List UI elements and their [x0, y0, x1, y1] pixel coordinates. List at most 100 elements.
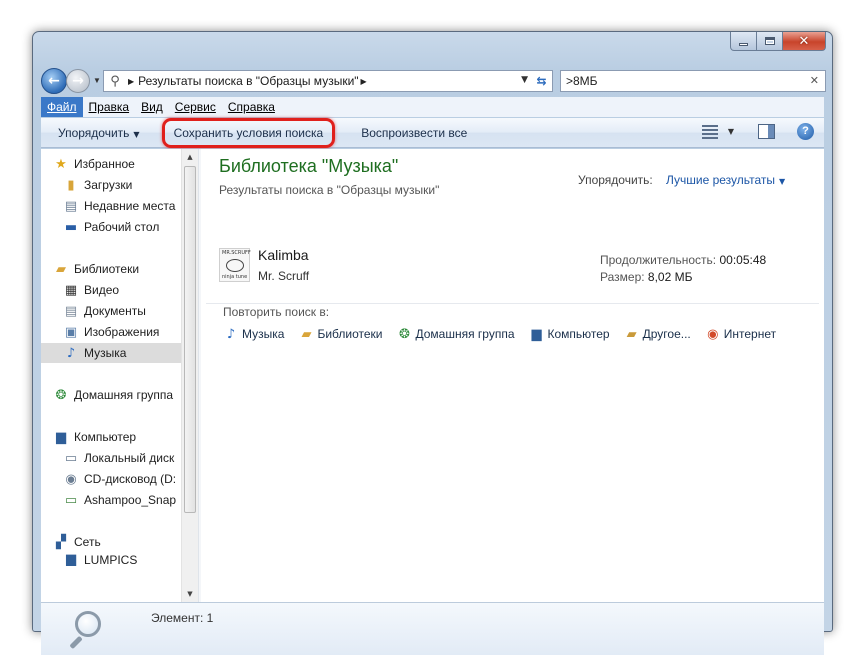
organize-button[interactable]: Упорядочить ▼: [41, 126, 150, 140]
scroll-up-icon[interactable]: ▲: [182, 149, 198, 165]
search-again-music[interactable]: ♪ Музыка: [223, 326, 285, 342]
maximize-button[interactable]: [757, 32, 783, 51]
search-again-libraries[interactable]: ▰ Библиотеки: [298, 326, 382, 342]
pc-icon: ▆: [66, 553, 76, 566]
nav-network-drive[interactable]: ▭ Ashampoo_Snap: [41, 490, 198, 510]
nav-scrollbar[interactable]: ▲ ▼: [181, 149, 198, 602]
forward-button[interactable]: →: [66, 69, 90, 93]
search-value: >8МБ: [566, 74, 598, 88]
result-title: Kalimba: [258, 247, 309, 263]
nav-pictures[interactable]: ▣ Изображения: [41, 322, 198, 342]
save-search-button[interactable]: Сохранить условия поиска: [161, 117, 336, 148]
maximize-icon: [764, 37, 775, 45]
search-again-label: Библиотеки: [317, 327, 383, 341]
local-disk-icon: ▭: [64, 450, 78, 466]
minimize-icon: [739, 42, 748, 46]
close-button[interactable]: ✕: [783, 32, 826, 51]
preview-pane-icon[interactable]: [758, 124, 775, 139]
clear-search-icon[interactable]: ✕: [810, 74, 819, 87]
address-dropdown-icon[interactable]: ▼: [521, 75, 528, 85]
homegroup-icon: ❂: [399, 326, 410, 342]
close-icon: ✕: [798, 33, 810, 49]
menu-file[interactable]: Файл: [41, 97, 83, 117]
nav-favorites[interactable]: ★ Избранное: [41, 154, 198, 174]
homegroup-icon: ❂: [55, 387, 67, 403]
forward-arrow-icon: →: [72, 73, 84, 89]
nav-label: Музыка: [84, 346, 127, 360]
address-row: ← → ▼ ⚲ ▶ Результаты поиска в "Образцы м…: [41, 68, 826, 94]
explorer-window: ✕ ← → ▼ ⚲ ▶ Результаты поиска в "Образцы…: [32, 31, 833, 655]
nav-lumpics[interactable]: ▆ LUMPICS: [41, 553, 198, 566]
address-bar[interactable]: ⚲ ▶ Результаты поиска в "Образцы музыки"…: [103, 70, 549, 92]
library-subtitle: Результаты поиска в "Образцы музыки": [219, 183, 440, 197]
organize-label: Упорядочить: [58, 125, 130, 140]
menu-edit[interactable]: Правка: [83, 97, 136, 117]
nav-label: Локальный диск: [84, 451, 175, 465]
details-pane: Элемент: 1: [41, 602, 824, 655]
documents-icon: ▤: [64, 303, 78, 319]
play-all-button[interactable]: Воспроизвести все: [351, 126, 477, 140]
size-meta: Размер: 8,02 МБ: [600, 270, 692, 284]
help-icon[interactable]: ?: [797, 123, 814, 140]
nav-downloads[interactable]: ▮ Загрузки: [41, 175, 198, 195]
nav-computer[interactable]: ▆ Компьютер: [41, 427, 198, 447]
search-input[interactable]: >8МБ ✕: [560, 70, 826, 92]
nav-local-disk[interactable]: ▭ Локальный диск: [41, 448, 198, 468]
search-magnifier-icon: [67, 611, 101, 650]
libraries-icon: ▰: [56, 261, 66, 277]
nav-label: Недавние места: [84, 199, 176, 213]
scroll-thumb[interactable]: [184, 166, 196, 513]
computer-icon: ▆: [531, 326, 542, 342]
nav-label: Видео: [84, 283, 120, 297]
chevron-right-icon[interactable]: ▶: [128, 77, 134, 86]
nav-recent-places[interactable]: ▤ Недавние места: [41, 196, 198, 216]
nav-documents[interactable]: ▤ Документы: [41, 301, 198, 321]
change-view-icon[interactable]: [701, 124, 718, 139]
search-again-computer[interactable]: ▆ Компьютер: [529, 326, 610, 342]
chevron-right-icon[interactable]: ▶: [361, 77, 367, 86]
search-again-label: Интернет: [723, 327, 777, 341]
nav-network[interactable]: ▞ Сеть: [41, 532, 198, 552]
search-again-internet[interactable]: ◉ Интернет: [705, 326, 776, 342]
nav-label: Библиотеки: [74, 262, 140, 276]
nav-label: Изображения: [84, 325, 160, 339]
menu-help[interactable]: Справка: [222, 97, 281, 117]
nav-label: Ashampoo_Snap: [84, 493, 177, 507]
recent-pages-dropdown[interactable]: ▼: [93, 76, 101, 85]
results-pane: Библиотека "Музыка" Результаты поиска в …: [201, 149, 824, 602]
menu-view[interactable]: Вид: [135, 97, 169, 117]
back-button[interactable]: ←: [41, 68, 67, 94]
scroll-down-icon[interactable]: ▼: [182, 586, 198, 602]
nav-label: Загрузки: [84, 178, 133, 192]
nav-desktop[interactable]: ▬ Рабочий стол: [41, 217, 198, 237]
result-item[interactable]: MR.SCRUFF ninja tune Kalimba Mr. Scruff …: [219, 247, 809, 288]
view-dropdown-icon[interactable]: ▼: [728, 127, 734, 136]
nav-video[interactable]: ▦ Видео: [41, 280, 198, 300]
thumb-text: ninja tune: [222, 274, 248, 280]
refresh-button[interactable]: ⇆: [531, 70, 553, 92]
video-icon: ▦: [64, 282, 78, 298]
status-text: Элемент: 1: [151, 611, 214, 625]
menu-file-label: Файл: [47, 100, 77, 114]
menu-tools[interactable]: Сервис: [169, 97, 222, 117]
computer-icon: ▆: [56, 429, 66, 445]
nav-homegroup[interactable]: ❂ Домашняя группа: [41, 385, 198, 405]
nav-label: Рабочий стол: [84, 220, 160, 234]
search-again-label: Другое...: [642, 327, 691, 341]
disc-icon: [226, 259, 244, 272]
search-again-label: Компьютер: [547, 327, 610, 341]
search-again-homegroup[interactable]: ❂ Домашняя группа: [396, 326, 514, 342]
recent-places-icon: ▤: [64, 198, 78, 214]
minimize-button[interactable]: [730, 32, 757, 51]
search-again-other[interactable]: ▰ Другое...: [624, 326, 691, 342]
nav-label: CD-дисковод (D:: [84, 472, 177, 486]
nav-libraries[interactable]: ▰ Библиотеки: [41, 259, 198, 279]
address-crumb[interactable]: Результаты поиска в "Образцы музыки": [138, 74, 358, 88]
back-arrow-icon: ←: [48, 73, 60, 89]
nav-music[interactable]: ♪ Музыка: [41, 343, 198, 363]
nav-cd-drive[interactable]: ◉ CD-дисковод (D:: [41, 469, 198, 489]
refresh-icon: ⇆: [536, 74, 547, 88]
duration-label: Продолжительность:: [600, 253, 717, 267]
sort-dropdown[interactable]: Лучшие результаты ▼: [666, 173, 785, 187]
nav-label: Документы: [84, 304, 146, 318]
